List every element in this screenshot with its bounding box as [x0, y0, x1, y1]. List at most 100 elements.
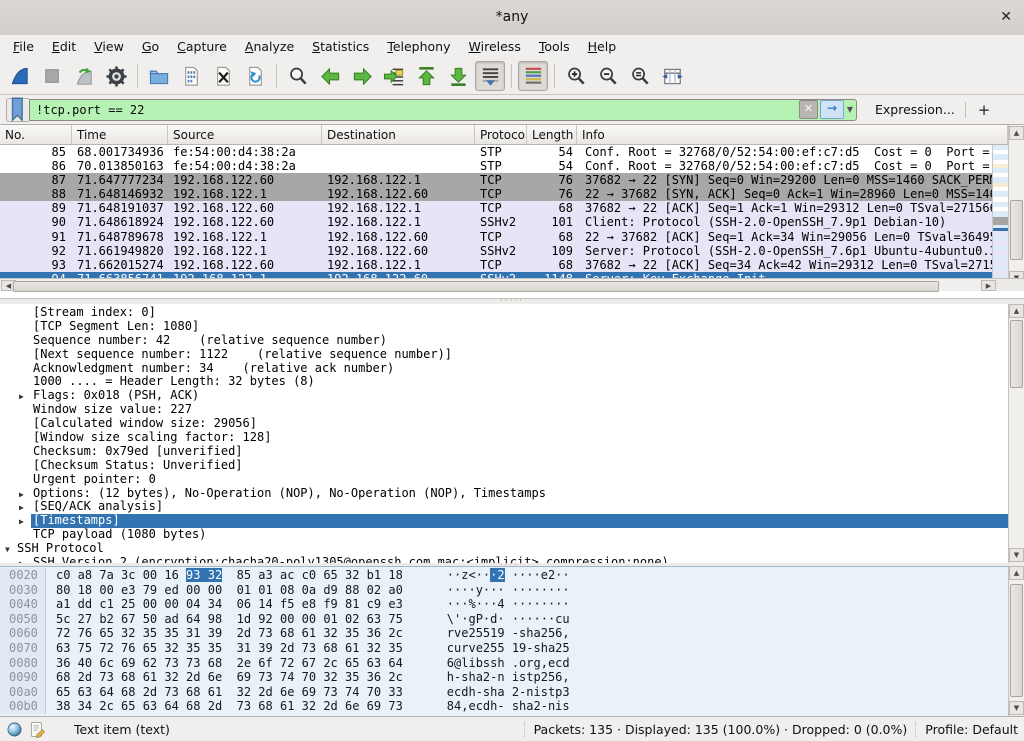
details-scroll-thumb[interactable] [1010, 320, 1023, 388]
resize-columns-button[interactable] [657, 61, 687, 91]
scroll-down-icon[interactable]: ▼ [1009, 701, 1024, 715]
detail-line[interactable]: Acknowledgment number: 34 (relative ack … [0, 362, 1024, 376]
detail-line[interactable]: ▶[SEQ/ACK analysis] [0, 500, 1024, 514]
filter-clear-button[interactable]: ✕ [799, 100, 818, 119]
collapsed-arrow-icon[interactable]: ▶ [19, 390, 24, 403]
hex-row-0060[interactable]: 006072 76 65 32 35 35 31 39 2d 73 68 61 … [0, 626, 1024, 641]
hex-bytes[interactable]: 63 75 72 76 65 32 35 35 31 39 2d 73 68 6… [56, 641, 403, 656]
menu-capture[interactable]: Capture [168, 36, 236, 57]
packet-list-hscrollbar[interactable]: ◀ ▶ [0, 278, 996, 291]
bytes-vscrollbar[interactable]: ▲ ▼ [1008, 566, 1024, 716]
detail-line[interactable]: Window size value: 227 [0, 403, 1024, 417]
packet-row-85[interactable]: 8568.001734936fe:54:00:d4:38:2aSTP54Conf… [0, 145, 992, 159]
collapsed-arrow-icon[interactable]: ▶ [19, 501, 24, 514]
hex-row-0070[interactable]: 007063 75 72 76 65 32 35 35 31 39 2d 73 … [0, 641, 1024, 656]
column-header-info[interactable]: Info [577, 125, 1008, 144]
display-filter-input[interactable] [30, 101, 799, 119]
go-first-button[interactable] [411, 61, 441, 91]
detail-line[interactable]: ▼SSH Protocol [0, 542, 1024, 556]
filter-dropdown-icon[interactable]: ▼ [844, 105, 856, 114]
hex-ascii[interactable]: ··z<···2 ····e2·· [447, 568, 570, 583]
packet-list-scroll-thumb[interactable] [1010, 200, 1023, 260]
packet-row-93[interactable]: 9371.662015274192.168.122.60192.168.122.… [0, 258, 992, 272]
hex-bytes[interactable]: c0 a8 7a 3c 00 16 93 32 85 a3 ac c0 65 3… [56, 568, 403, 583]
hex-ascii[interactable]: ecdh-sha 2-nistp3 [447, 685, 570, 700]
expression-button[interactable]: Expression... [869, 99, 961, 120]
hex-ascii[interactable]: h-sha2-n istp256, [447, 670, 570, 685]
packet-list-hscroll-thumb[interactable] [13, 281, 939, 292]
menu-file[interactable]: File [4, 36, 43, 57]
scroll-up-icon[interactable]: ▲ [1009, 566, 1024, 580]
file-reload-button[interactable] [240, 61, 270, 91]
collapsed-arrow-icon[interactable]: ▶ [19, 515, 24, 528]
scroll-down-icon[interactable]: ▼ [1009, 548, 1024, 562]
column-header-destination[interactable]: Destination [322, 125, 475, 144]
menu-analyze[interactable]: Analyze [236, 36, 303, 57]
packet-row-90[interactable]: 9071.648618924192.168.122.60192.168.122.… [0, 215, 992, 229]
menu-edit[interactable]: Edit [43, 36, 85, 57]
detail-line[interactable]: ▶[Timestamps] [0, 514, 1024, 528]
zoom-out-button[interactable] [593, 61, 623, 91]
hex-row-0090[interactable]: 009068 2d 73 68 61 32 2d 6e 69 73 74 70 … [0, 670, 1024, 685]
colorize-button[interactable] [518, 61, 548, 91]
hex-bytes[interactable]: 38 34 2c 65 63 64 68 2d 73 68 61 32 2d 6… [56, 699, 403, 714]
go-to-packet-button[interactable] [379, 61, 409, 91]
capture-options-button[interactable] [101, 61, 131, 91]
menu-statistics[interactable]: Statistics [303, 36, 378, 57]
details-vscrollbar[interactable]: ▲ ▼ [1008, 304, 1024, 563]
menu-go[interactable]: Go [133, 36, 168, 57]
scroll-up-icon[interactable]: ▲ [1009, 304, 1024, 318]
go-last-button[interactable] [443, 61, 473, 91]
capture-stop-button[interactable] [37, 61, 67, 91]
auto-scroll-button[interactable] [475, 61, 505, 91]
hex-bytes[interactable]: 72 76 65 32 35 35 31 39 2d 73 68 61 32 3… [56, 626, 403, 641]
hex-bytes[interactable]: 68 2d 73 68 61 32 2d 6e 69 73 74 70 32 3… [56, 670, 403, 685]
detail-line[interactable]: [Next sequence number: 1122 (relative se… [0, 348, 1024, 362]
go-forward-button[interactable] [347, 61, 377, 91]
detail-line[interactable]: TCP payload (1080 bytes) [0, 528, 1024, 542]
detail-line[interactable]: Urgent pointer: 0 [0, 473, 1024, 487]
file-close-button[interactable] [208, 61, 238, 91]
hex-ascii[interactable]: ····y··· ········ [447, 583, 570, 598]
packet-row-91[interactable]: 9171.648789678192.168.122.1192.168.122.6… [0, 230, 992, 244]
file-open-button[interactable] [144, 61, 174, 91]
detail-line[interactable]: ▶Options: (12 bytes), No-Operation (NOP)… [0, 487, 1024, 501]
column-header-no[interactable]: No. [0, 125, 72, 144]
hex-bytes[interactable]: 80 18 00 e3 79 ed 00 00 01 01 08 0a d9 8… [56, 583, 403, 598]
menu-help[interactable]: Help [579, 36, 626, 57]
packet-row-89[interactable]: 8971.648191037192.168.122.60192.168.122.… [0, 201, 992, 215]
hex-ascii[interactable]: 84,ecdh- sha2-nis [447, 699, 570, 714]
capture-start-button[interactable] [5, 61, 35, 91]
hex-row-00a0[interactable]: 00a065 63 64 68 2d 73 68 61 32 2d 6e 69 … [0, 685, 1024, 700]
hex-row-00b0[interactable]: 00b038 34 2c 65 63 64 68 2d 73 68 61 32 … [0, 699, 1024, 714]
column-header-length[interactable]: Length [527, 125, 577, 144]
close-window-icon[interactable]: ✕ [1000, 9, 1012, 25]
detail-line[interactable]: [Calculated window size: 29056] [0, 417, 1024, 431]
add-filter-button[interactable]: + [970, 101, 999, 119]
hex-row-0080[interactable]: 008036 40 6c 69 62 73 73 68 2e 6f 72 67 … [0, 656, 1024, 671]
packet-row-88[interactable]: 8871.648146932192.168.122.1192.168.122.6… [0, 187, 992, 201]
hex-ascii[interactable]: 6@libssh .org,ecd [447, 656, 570, 671]
detail-line[interactable]: ▶Flags: 0x018 (PSH, ACK) [0, 389, 1024, 403]
hex-bytes[interactable]: 36 40 6c 69 62 73 73 68 2e 6f 72 67 2c 6… [56, 656, 403, 671]
scroll-up-icon[interactable]: ▲ [1009, 126, 1024, 140]
capture-comment-icon[interactable] [29, 721, 46, 738]
go-back-button[interactable] [315, 61, 345, 91]
menu-view[interactable]: View [85, 36, 133, 57]
hex-ascii[interactable]: \'·gP·d· ······cu [447, 612, 570, 627]
packet-row-92[interactable]: 9271.661949820192.168.122.1192.168.122.6… [0, 244, 992, 258]
menu-telephony[interactable]: Telephony [378, 36, 459, 57]
hex-row-0050[interactable]: 00505c 27 b2 67 50 ad 64 98 1d 92 00 00 … [0, 612, 1024, 627]
hex-ascii[interactable]: curve255 19-sha25 [447, 641, 570, 656]
hex-bytes[interactable]: a1 dd c1 25 00 00 04 34 06 14 f5 e8 f9 8… [56, 597, 403, 612]
zoom-in-button[interactable] [561, 61, 591, 91]
expanded-arrow-icon[interactable]: ▼ [5, 543, 10, 556]
detail-line[interactable]: Sequence number: 42 (relative sequence n… [0, 334, 1024, 348]
detail-line[interactable]: Checksum: 0x79ed [unverified] [0, 445, 1024, 459]
packet-list-minimap[interactable] [992, 145, 1008, 286]
filter-bookmark-button[interactable] [6, 98, 29, 122]
detail-line[interactable]: [Window size scaling factor: 128] [0, 431, 1024, 445]
detail-line[interactable]: [TCP Segment Len: 1080] [0, 320, 1024, 334]
menu-wireless[interactable]: Wireless [460, 36, 530, 57]
detail-line[interactable]: [Stream index: 0] [0, 306, 1024, 320]
